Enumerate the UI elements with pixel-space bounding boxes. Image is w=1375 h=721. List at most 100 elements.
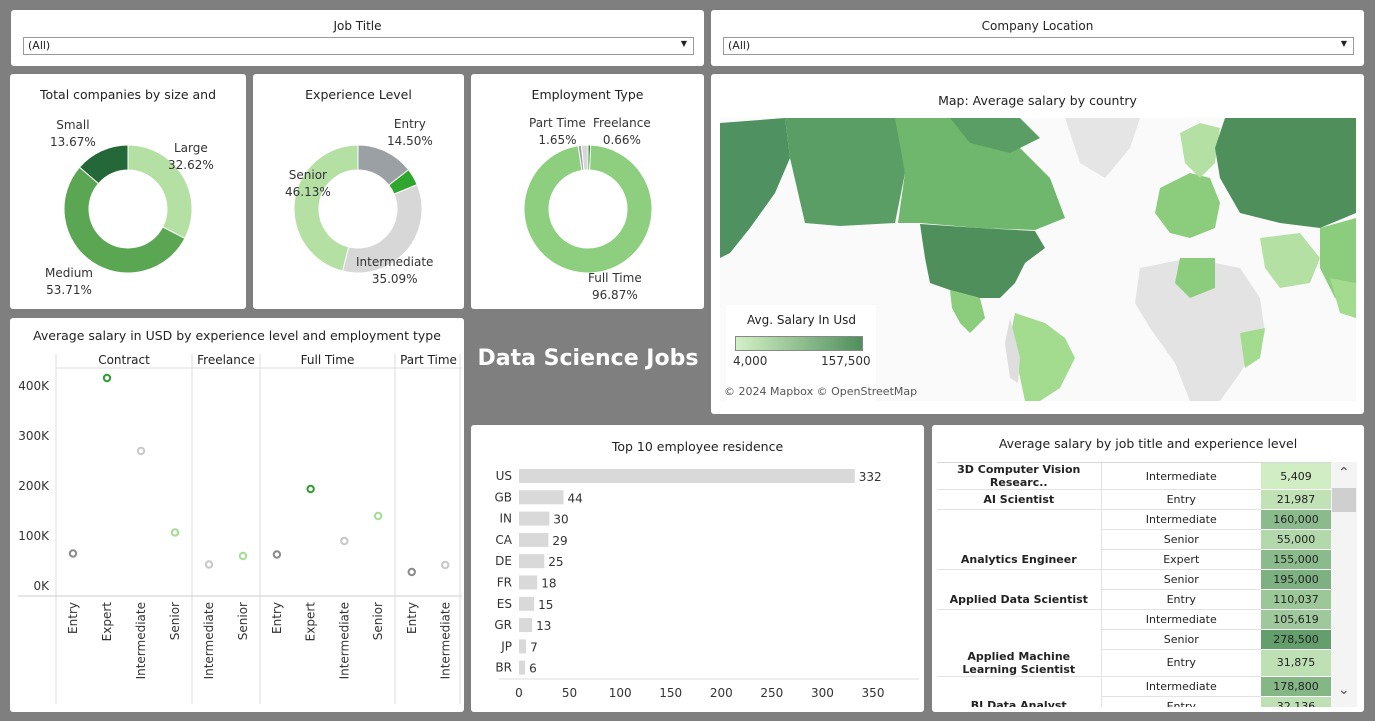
scroll-down-icon[interactable]: ⌄ bbox=[1338, 682, 1350, 698]
bar-category-label: BR bbox=[495, 661, 512, 675]
scatter-point-full-time-entry[interactable] bbox=[272, 550, 282, 559]
scatter-point-contract-expert[interactable] bbox=[102, 373, 112, 383]
scatter-point-full-time-senior[interactable] bbox=[373, 511, 383, 521]
slice-label-medium: Medium 53.71% bbox=[45, 266, 93, 297]
bar-in[interactable] bbox=[519, 511, 550, 526]
map-title: Map: Average salary by country bbox=[938, 93, 1137, 108]
experience-level-cell: Intermediate bbox=[1101, 509, 1261, 530]
company-location-select[interactable]: (All) ▼ bbox=[723, 37, 1354, 55]
salary-table-viewport[interactable]: 3D Computer Vision Researc.. Intermediate… bbox=[937, 462, 1331, 707]
job-title-select[interactable]: (All) ▼ bbox=[23, 37, 694, 55]
table-row[interactable]: Intermediate 105,619 bbox=[937, 609, 1331, 630]
table-row[interactable]: BI Data Analyst Entry 32,136 bbox=[937, 696, 1331, 707]
job-title-cell bbox=[937, 629, 1102, 650]
bar-ca[interactable] bbox=[519, 532, 549, 547]
bar-value-label: 7 bbox=[530, 640, 538, 654]
bar-es[interactable] bbox=[519, 596, 535, 611]
y-tick-label: 300K bbox=[18, 429, 50, 443]
scatter-point-contract-senior[interactable] bbox=[170, 528, 180, 537]
map-country-canada-west[interactable] bbox=[785, 118, 905, 226]
x-tick-label: 150 bbox=[659, 686, 682, 700]
map-legend-min: 4,000 bbox=[733, 354, 768, 368]
table-row[interactable]: Intermediate 160,000 bbox=[937, 509, 1331, 530]
avg-salary-cell: 110,037 bbox=[1261, 589, 1331, 610]
bar-br[interactable] bbox=[519, 660, 526, 675]
bar-value-label: 15 bbox=[538, 598, 553, 612]
group-header-contract: Contract bbox=[98, 353, 150, 367]
scatter-point-full-time-intermediate[interactable] bbox=[340, 536, 349, 546]
job-title-cell bbox=[937, 609, 1102, 630]
job-title-cell: AI Scientist bbox=[937, 489, 1102, 510]
bar-gb[interactable] bbox=[519, 490, 564, 505]
map-legend-title: Avg. Salary In Usd bbox=[747, 313, 856, 327]
scatter-point-freelance-intermediate[interactable] bbox=[204, 560, 214, 569]
scatter-point-part-time-intermediate[interactable] bbox=[441, 560, 450, 570]
table-row[interactable]: 3D Computer Vision Researc.. Intermediate… bbox=[937, 463, 1331, 490]
table-scrollbar[interactable]: ⌃ ⌄ bbox=[1331, 462, 1357, 707]
job-title-cell: BI Data Analyst bbox=[937, 696, 1102, 707]
x-tick-label: 300 bbox=[811, 686, 834, 700]
bar-fr[interactable] bbox=[519, 575, 538, 590]
scrollbar-thumb[interactable] bbox=[1332, 488, 1356, 512]
slice-label-senior: Senior 46.13% bbox=[285, 168, 331, 199]
dropdown-arrow-icon[interactable]: ▼ bbox=[1341, 39, 1347, 48]
experience-level-cell: Senior bbox=[1101, 569, 1261, 590]
job-title-cell bbox=[937, 569, 1102, 590]
job-title-cell bbox=[937, 676, 1102, 696]
table-row[interactable]: Intermediate 178,800 bbox=[937, 676, 1331, 697]
dropdown-arrow-icon[interactable]: ▼ bbox=[681, 39, 687, 48]
bar-de[interactable] bbox=[519, 554, 545, 569]
salary-table: 3D Computer Vision Researc.. Intermediate… bbox=[937, 463, 1331, 707]
x-tick-label: 350 bbox=[862, 686, 885, 700]
avg-salary-cell: 278,500 bbox=[1261, 629, 1331, 650]
scroll-up-icon[interactable]: ⌃ bbox=[1338, 465, 1350, 481]
bar-category-label: CA bbox=[495, 533, 512, 547]
job-title-select-value: (All) bbox=[28, 39, 51, 52]
x-tick-label: 50 bbox=[562, 686, 577, 700]
bar-jp[interactable] bbox=[519, 639, 527, 654]
x-tick-label: Entry bbox=[66, 602, 80, 634]
x-tick-label: Entry bbox=[405, 602, 419, 634]
salary-scatter-chart[interactable]: 400K 300K 200K 100K 0K Contract Entry Expert Int… bbox=[10, 318, 464, 712]
table-row[interactable]: Senior 195,000 bbox=[937, 569, 1331, 590]
company-location-filter-label: Company Location bbox=[981, 19, 1094, 33]
bar-category-label: GR bbox=[494, 618, 512, 632]
scatter-point-part-time-entry[interactable] bbox=[407, 567, 416, 577]
y-tick-label: 400K bbox=[18, 379, 50, 393]
bar-gr[interactable] bbox=[519, 618, 533, 633]
x-tick-label: Senior bbox=[236, 602, 250, 640]
table-row[interactable]: Senior 55,000 bbox=[937, 529, 1331, 550]
bar-category-label: ES bbox=[497, 597, 512, 611]
x-tick-label: 200 bbox=[710, 686, 733, 700]
top-residence-bar-chart[interactable]: US 332 GB 44 IN 30 CA 29 DE 25 FR 18 ES 15 GR 13 JP 7 BR 60… bbox=[471, 425, 924, 712]
slice-label-freelance: Freelance 0.66% bbox=[593, 116, 651, 147]
table-row[interactable]: Applied Data Scientist Entry 110,037 bbox=[937, 589, 1331, 610]
table-row[interactable]: Analytics Engineer Expert 155,000 bbox=[937, 549, 1331, 570]
table-row[interactable]: AI Scientist Entry 21,987 bbox=[937, 489, 1331, 510]
world-map[interactable] bbox=[720, 118, 1356, 401]
bar-value-label: 18 bbox=[541, 577, 556, 591]
scatter-point-contract-entry[interactable] bbox=[68, 549, 78, 558]
avg-salary-cell: 178,800 bbox=[1261, 676, 1331, 697]
table-row[interactable]: Applied Machine Learning Scientist Entry 3… bbox=[937, 649, 1331, 677]
avg-salary-cell: 5,409 bbox=[1261, 463, 1331, 490]
job-title-cell bbox=[937, 529, 1102, 550]
job-title-cell: Analytics Engineer bbox=[937, 549, 1102, 570]
scatter-point-freelance-senior[interactable] bbox=[238, 551, 248, 561]
job-title-filter-label: Job Title bbox=[333, 19, 382, 33]
avg-salary-cell: 160,000 bbox=[1261, 509, 1331, 530]
x-tick-label: 0 bbox=[515, 686, 523, 700]
bar-value-label: 44 bbox=[568, 491, 583, 505]
bar-value-label: 25 bbox=[548, 555, 563, 569]
experience-level-cell: Senior bbox=[1101, 629, 1261, 650]
avg-salary-cell: 155,000 bbox=[1261, 549, 1331, 570]
slice-label-small: Small 13.67% bbox=[50, 118, 96, 149]
bar-us[interactable] bbox=[519, 469, 855, 483]
company-location-filter-panel: Company Location (All) ▼ bbox=[711, 10, 1364, 66]
y-tick-label: 0K bbox=[33, 579, 50, 593]
map-attribution[interactable]: © 2024 Mapbox © OpenStreetMap bbox=[724, 383, 917, 400]
table-row[interactable]: Senior 278,500 bbox=[937, 629, 1331, 650]
job-title-cell: Applied Data Scientist bbox=[937, 589, 1102, 610]
scatter-point-full-time-expert[interactable] bbox=[306, 484, 315, 494]
scatter-point-contract-intermediate[interactable] bbox=[136, 446, 146, 456]
